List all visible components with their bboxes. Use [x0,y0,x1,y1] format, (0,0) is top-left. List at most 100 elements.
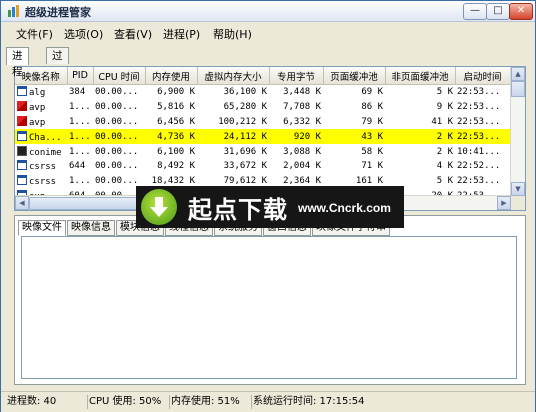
tab-image-info[interactable]: 映像信息 [67,220,115,236]
cell-priv: 3,448 K [283,87,321,98]
maximize-button[interactable]: □ [486,3,510,20]
col-header-cpu-time[interactable]: CPU 时间 [93,67,146,85]
menu-options[interactable]: 选项(O) [64,26,103,42]
cell-virt: 100,212 K [218,116,267,127]
vertical-scrollbar[interactable]: ▲ ▼ [510,67,525,196]
status-cpu-usage: CPU 使用: 50% [89,395,170,409]
maximize-icon: □ [493,5,503,16]
download-arrow-icon [141,189,177,225]
table-row[interactable]: avp 1... 00.00... 5,816 K 65,280 K 7,708 K 86 … [15,100,510,115]
status-bar: 进程数: 40 CPU 使用: 50% 内存使用: 51% 系统运行时间: 17… [1,391,535,412]
cell-mem: 8,492 K [157,161,195,172]
scroll-left-icon: ◀ [19,199,25,207]
table-row[interactable]: csrss 644 00.00... 8,492 K 33,672 K 2,004 K 71… [15,159,510,174]
cell-virt: 24,112 K [197,129,269,145]
cell-virt: 31,696 K [223,146,267,157]
title-bar[interactable]: 超级进程管家 — □ ✕ [1,1,535,22]
scroll-left-button[interactable]: ◀ [15,196,29,210]
cell-name: csrss [15,174,67,189]
cell-priv: 7,708 K [283,102,321,113]
cell-cpu: 00.00... [95,102,139,113]
conime-process-icon [17,145,27,156]
col-header-virtual-memory[interactable]: 虚拟内存大小 [197,67,270,85]
col-header-paged-pool[interactable]: 页面缓冲池 [323,67,386,85]
cell-paged: 58 K [361,146,383,157]
cell-pid: 1... [69,176,91,187]
cell-start: 22:53... [457,102,501,113]
tab-filter[interactable]: 过滤 [46,47,69,78]
avp-process-icon [17,115,27,126]
col-header-nonpaged-pool[interactable]: 非页面缓冲池 [385,67,456,85]
cell-start: 22:52... [457,161,501,172]
menu-file[interactable]: 文件(F) [16,26,53,42]
window-process-icon [17,175,27,186]
cell-cpu: 00.00... [95,116,139,127]
cell-nonpaged: 2 K [385,129,455,145]
cell-mem: 5,816 K [157,102,195,113]
cell-priv: 920 K [269,129,323,145]
cell-cpu: 00.00... [95,146,139,157]
cell-cpu: 00.00... [95,87,139,98]
window-process-icon [17,160,27,171]
cell-pid: 1... [67,129,93,145]
cell-priv: 6,332 K [283,116,321,127]
cell-nonpaged: 5 K [436,87,453,98]
cell-pid: 1... [69,102,91,113]
scroll-down-icon: ▼ [515,185,521,193]
cell-mem: 6,100 K [157,146,195,157]
col-header-memory[interactable]: 内存使用 [145,67,198,85]
scroll-up-button[interactable]: ▲ [511,67,525,81]
cell-virt: 33,672 K [223,161,267,172]
cell-pid: 1... [69,146,91,157]
process-table: 映像名称 PID CPU 时间 内存使用 虚拟内存大小 专用字节 页面缓冲池 非… [15,67,511,203]
minimize-icon: — [470,5,480,16]
table-row[interactable]: conime 1... 00.00... 6,100 K 31,696 K 3,088 K… [15,144,510,159]
cell-paged: 43 K [323,129,385,145]
scroll-corner [511,196,525,210]
menu-process[interactable]: 进程(P) [163,26,200,42]
cell-nonpaged: 41 K [431,116,453,127]
process-name: Cha... [29,132,62,143]
cell-virt: 36,100 K [223,87,267,98]
table-row[interactable]: alg 384 00.00... 6,900 K 36,100 K 3,448 K 69 K… [15,85,510,100]
cell-mem: 6,456 K [157,116,195,127]
window-process-icon [17,130,27,141]
cell-pid: 1... [69,116,91,127]
cell-priv: 3,088 K [283,146,321,157]
cell-paged: 86 K [361,102,383,113]
close-icon: ✕ [516,5,526,16]
cell-pid: 384 [69,87,86,98]
process-name: alg [29,88,46,99]
table-row[interactable]: avp 1... 00.00... 6,456 K 100,212 K 6,332 K 79… [15,115,510,130]
scroll-right-button[interactable]: ▶ [497,196,511,210]
cell-nonpaged: 2 K [436,146,453,157]
menu-bar: 文件(F) 选项(O) 查看(V) 进程(P) 帮助(H) [1,22,535,42]
col-header-private-bytes[interactable]: 专用字节 [269,67,324,85]
cell-cpu: 00.00... [93,129,145,145]
cell-paged: 69 K [361,87,383,98]
avp-process-icon [17,101,27,112]
cell-priv: 2,004 K [283,161,321,172]
vertical-scroll-thumb[interactable] [511,81,525,97]
table-header-row: 映像名称 PID CPU 时间 内存使用 虚拟内存大小 专用字节 页面缓冲池 非… [15,67,511,85]
process-name: avp [29,103,46,114]
cell-start: 22:53... [457,116,501,127]
col-header-start-time[interactable]: 启动时间 [455,67,511,85]
window-title: 超级进程管家 [25,6,91,19]
cell-name: avp [15,100,67,115]
cell-name: alg [15,85,67,100]
minimize-button[interactable]: — [463,3,487,20]
tab-process[interactable]: 进程 [6,47,29,78]
table-row[interactable]: Cha... 1... 00.00... 4,736 K 24,112 K 920 K 43… [15,129,510,145]
menu-view[interactable]: 查看(V) [114,26,152,42]
image-file-content[interactable] [21,236,517,379]
col-header-pid[interactable]: PID [67,67,94,85]
process-name: avp [29,117,46,128]
tab-image-file[interactable]: 映像文件 [18,220,66,236]
cell-start: 22:53... [457,87,501,98]
scroll-down-button[interactable]: ▼ [511,182,525,196]
status-process-count: 进程数: 40 [7,395,88,409]
cell-start: 10:41... [457,146,501,157]
close-button[interactable]: ✕ [509,3,533,20]
menu-help[interactable]: 帮助(H) [213,26,252,42]
